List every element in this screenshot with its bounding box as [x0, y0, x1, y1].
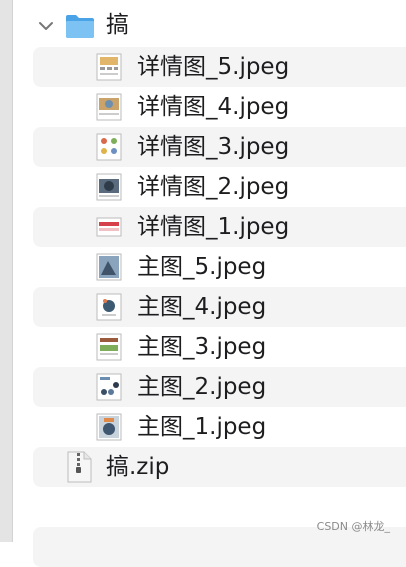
file-name: 详情图_5.jpeg — [137, 54, 290, 80]
jpeg-thumbnail-icon — [96, 293, 122, 321]
file-name: 详情图_2.jpeg — [137, 174, 290, 200]
file-row[interactable]: 主图_1.jpeg — [33, 407, 406, 447]
jpeg-thumbnail-icon — [96, 217, 122, 237]
zip-file-row[interactable]: 搞.zip — [33, 447, 406, 487]
file-name: 详情图_4.jpeg — [137, 94, 290, 120]
file-name: 主图_5.jpeg — [137, 254, 267, 280]
file-name: 详情图_1.jpeg — [137, 214, 290, 240]
jpeg-thumbnail-icon — [96, 173, 122, 201]
watermark: CSDN @林龙_ — [316, 520, 390, 533]
file-row[interactable]: 详情图_4.jpeg — [33, 87, 406, 127]
zip-file-name: 搞.zip — [106, 454, 170, 480]
jpeg-thumbnail-icon — [96, 413, 122, 441]
jpeg-thumbnail-icon — [96, 53, 122, 81]
jpeg-thumbnail-icon — [96, 93, 122, 121]
jpeg-thumbnail-icon — [96, 333, 122, 361]
file-row[interactable]: 详情图_1.jpeg — [33, 207, 406, 247]
jpeg-thumbnail-icon — [96, 133, 122, 161]
folder-name: 搞 — [106, 12, 129, 38]
file-name: 主图_1.jpeg — [137, 414, 267, 440]
file-row[interactable]: 主图_2.jpeg — [33, 367, 406, 407]
file-row[interactable]: 主图_3.jpeg — [33, 327, 406, 367]
file-name: 主图_4.jpeg — [137, 294, 267, 320]
folder-row[interactable]: 搞 — [33, 7, 406, 47]
file-name: 主图_2.jpeg — [137, 374, 267, 400]
file-row[interactable]: 详情图_5.jpeg — [33, 47, 406, 87]
file-row[interactable]: 详情图_3.jpeg — [33, 127, 406, 167]
file-name: 详情图_3.jpeg — [137, 134, 290, 160]
chevron-down-icon[interactable] — [37, 17, 55, 35]
file-row[interactable]: 主图_5.jpeg — [33, 247, 406, 287]
jpeg-thumbnail-icon — [96, 373, 122, 401]
file-row[interactable]: 主图_4.jpeg — [33, 287, 406, 327]
jpeg-thumbnail-icon — [96, 253, 122, 281]
file-row[interactable]: 详情图_2.jpeg — [33, 167, 406, 207]
zip-archive-icon — [67, 451, 92, 483]
folder-icon — [66, 15, 94, 38]
sidebar-edge — [0, 0, 13, 542]
file-name: 主图_3.jpeg — [137, 334, 267, 360]
